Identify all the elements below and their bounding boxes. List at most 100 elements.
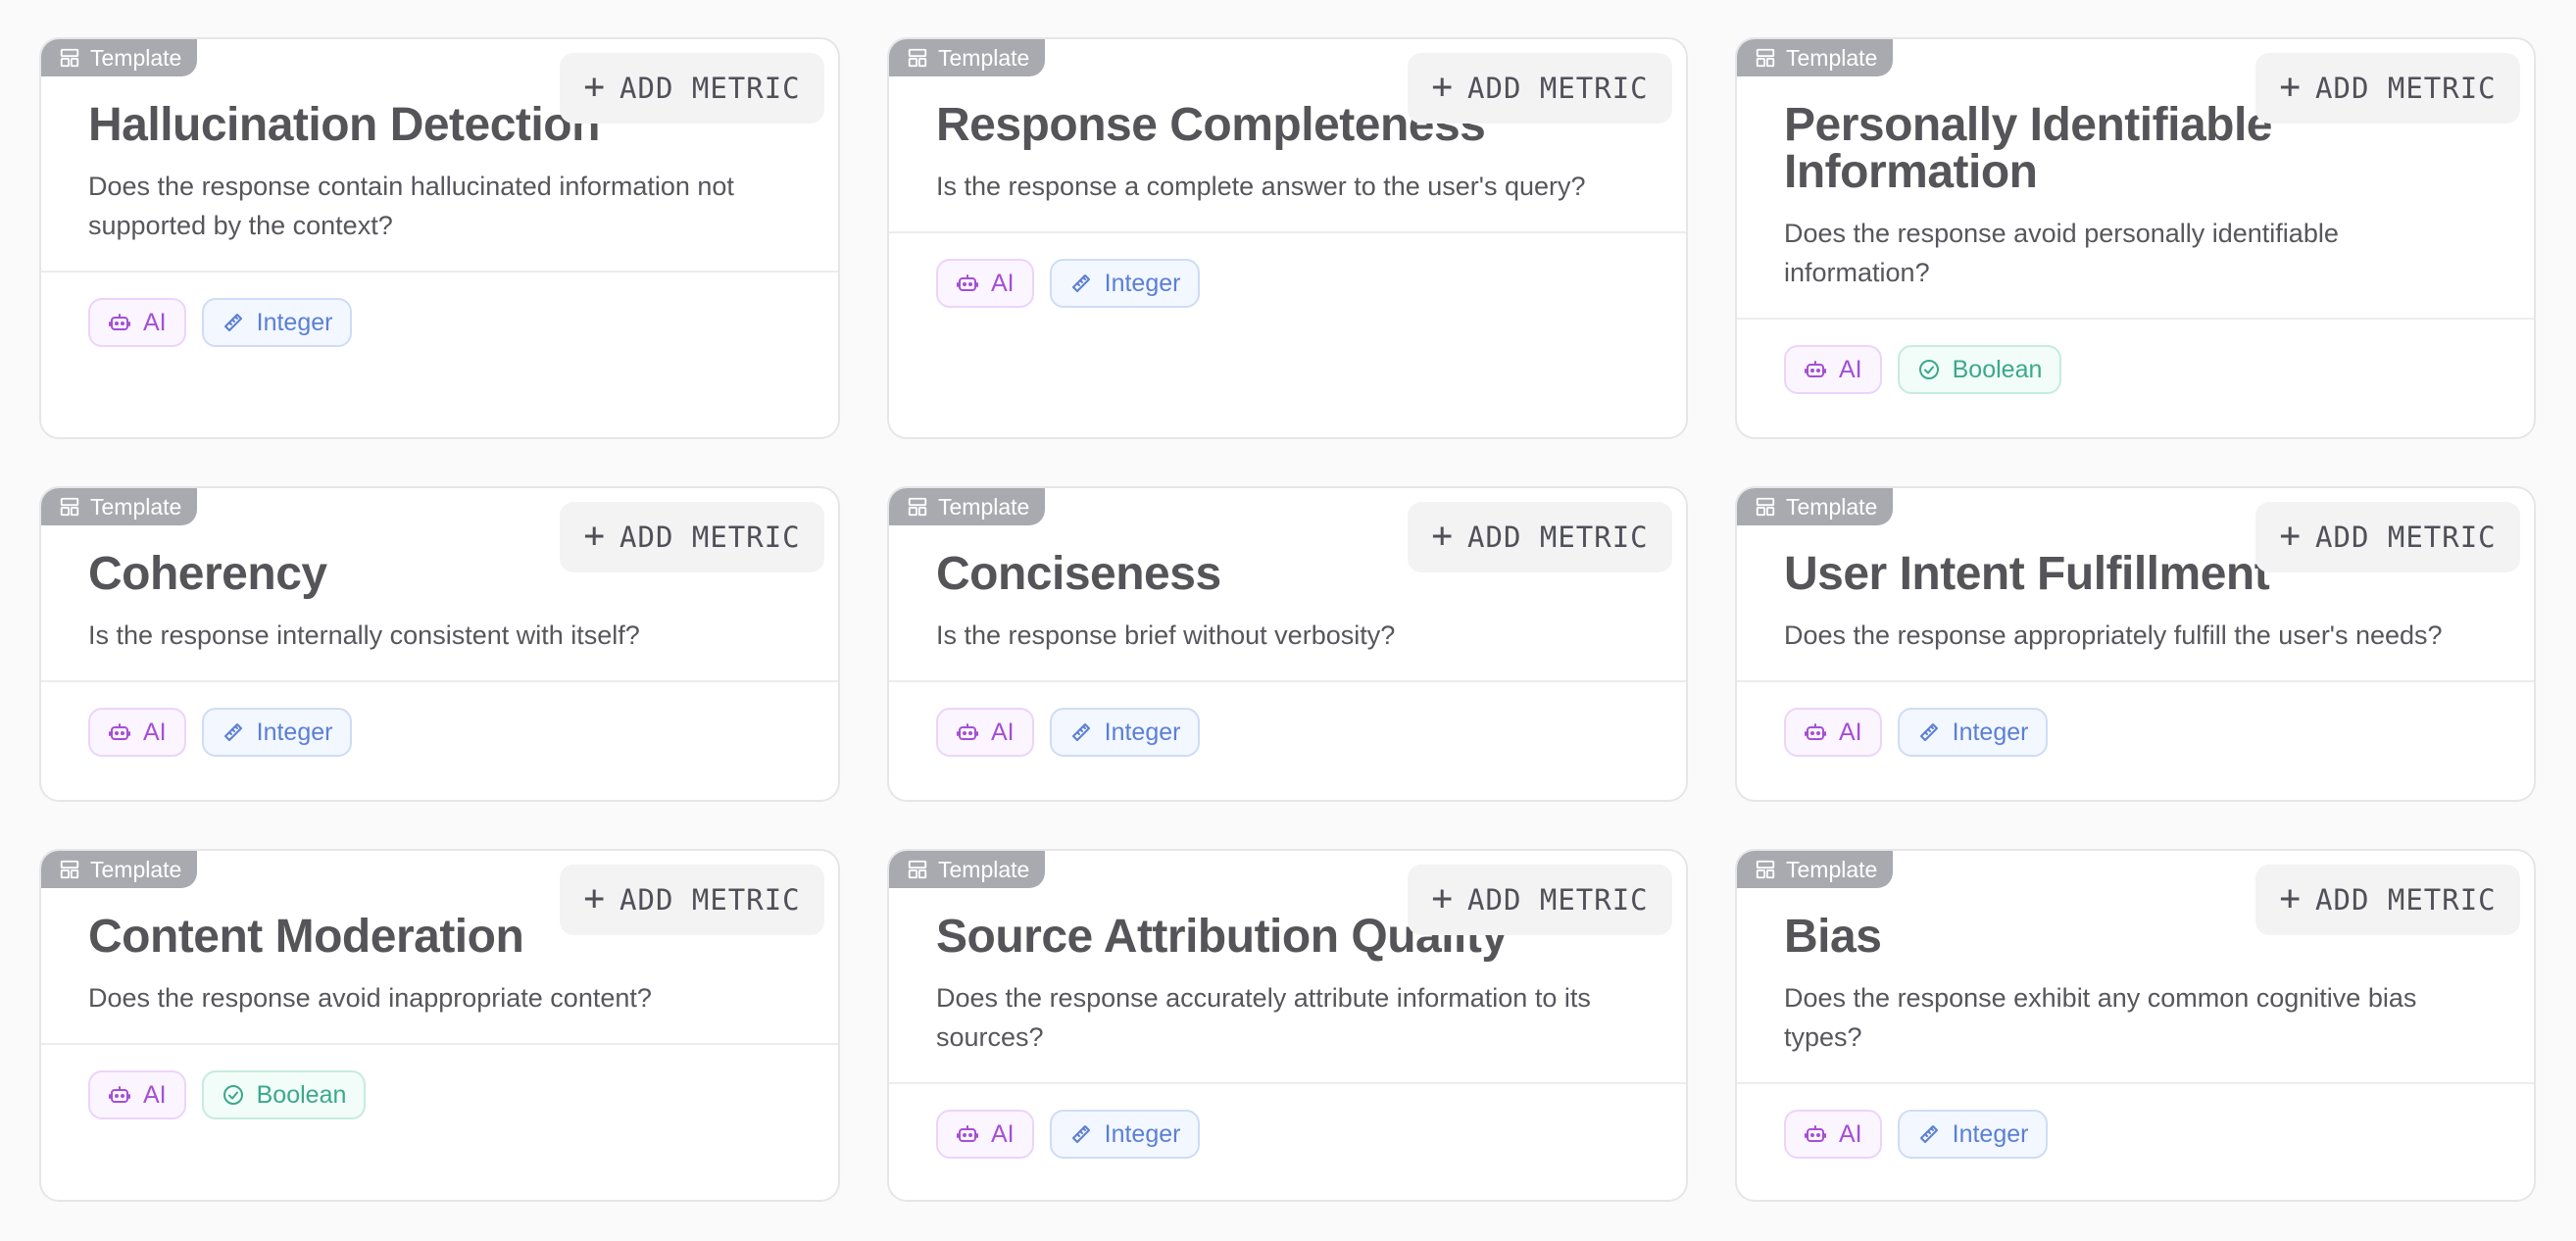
- plus-icon: +: [583, 878, 607, 918]
- ai-chip: AI: [936, 259, 1034, 308]
- metric-template-card-6: User Intent Fulfillment Does the respons…: [1735, 486, 2536, 802]
- ai-chip: AI: [936, 1110, 1034, 1159]
- metric-template-card-3: Personally Identifiable Information Does…: [1735, 37, 2536, 439]
- plus-icon: +: [1431, 878, 1455, 918]
- ai-chip: AI: [936, 708, 1034, 757]
- card-chips: AI Integer: [41, 273, 838, 372]
- bot-icon: [957, 274, 978, 291]
- type-chip: Integer: [201, 298, 353, 347]
- ruler-icon: [1919, 1125, 1938, 1143]
- ai-chip: AI: [1784, 345, 1882, 394]
- card-description: Is the response a complete answer to the…: [936, 172, 1586, 201]
- type-chip-label: Integer: [1952, 1119, 2029, 1148]
- card-chips: AI Integer: [889, 682, 1686, 782]
- ai-chip-label: AI: [143, 718, 167, 746]
- ai-chip: AI: [88, 298, 186, 347]
- plus-icon: +: [2279, 878, 2303, 918]
- metric-template-grid: Hallucination Detection Does the respons…: [39, 37, 2536, 1202]
- add-metric-button[interactable]: + ADD METRIC: [1408, 865, 1672, 935]
- add-metric-button[interactable]: + ADD METRIC: [1408, 502, 1672, 572]
- bot-icon: [109, 1086, 130, 1103]
- template-tag: Template: [1737, 39, 1894, 76]
- bot-icon: [1805, 1125, 1826, 1142]
- add-metric-label: ADD METRIC: [619, 521, 801, 554]
- add-metric-label: ADD METRIC: [2315, 883, 2497, 917]
- type-chip: Integer: [1049, 259, 1201, 308]
- template-tag-label: Template: [938, 856, 1030, 882]
- metric-template-card-1: Hallucination Detection Does the respons…: [39, 37, 840, 439]
- ai-chip: AI: [1784, 708, 1882, 757]
- layout-template-icon: [1756, 860, 1775, 879]
- template-tag: Template: [41, 851, 198, 888]
- plus-icon: +: [2279, 516, 2303, 556]
- add-metric-label: ADD METRIC: [2315, 521, 2497, 554]
- ruler-icon: [1071, 723, 1090, 741]
- bot-icon: [1805, 361, 1826, 377]
- template-tag: Template: [1737, 488, 1894, 525]
- type-chip-label: Integer: [1104, 718, 1181, 746]
- type-chip: Integer: [1049, 1110, 1201, 1159]
- bot-icon: [109, 723, 130, 740]
- card-description: Is the response internally consistent wi…: [88, 620, 640, 650]
- bot-icon: [1805, 723, 1826, 740]
- type-chip-label: Integer: [256, 718, 333, 746]
- type-chip-label: Integer: [256, 308, 333, 336]
- layout-template-icon: [1756, 497, 1775, 517]
- check-circle-icon: [223, 1085, 243, 1105]
- layout-template-icon: [60, 48, 79, 68]
- type-chip: Integer: [1897, 1110, 2049, 1159]
- type-chip-label: Boolean: [256, 1080, 347, 1109]
- type-chip: Integer: [1897, 708, 2049, 757]
- add-metric-label: ADD METRIC: [1467, 883, 1649, 917]
- add-metric-button[interactable]: + ADD METRIC: [2255, 53, 2520, 124]
- layout-template-icon: [908, 860, 927, 879]
- ai-chip-label: AI: [143, 308, 167, 336]
- metric-template-card-8: Source Attribution Quality Does the resp…: [887, 849, 1688, 1202]
- template-tag-label: Template: [90, 493, 182, 520]
- bot-icon: [957, 723, 978, 740]
- layout-template-icon: [1756, 48, 1775, 68]
- bot-icon: [957, 1125, 978, 1142]
- template-tag: Template: [889, 488, 1046, 525]
- add-metric-button[interactable]: + ADD METRIC: [560, 865, 824, 935]
- card-description: Does the response appropriately fulfill …: [1784, 620, 2443, 650]
- metric-template-card-7: Content Moderation Does the response avo…: [39, 849, 840, 1202]
- metric-template-card-5: Conciseness Is the response brief withou…: [887, 486, 1688, 802]
- card-description: Does the response avoid personally ident…: [1784, 219, 2339, 287]
- template-tag-label: Template: [1786, 493, 1878, 520]
- template-tag: Template: [889, 39, 1046, 76]
- metric-template-card-2: Response Completeness Is the response a …: [887, 37, 1688, 439]
- ai-chip-label: AI: [1839, 718, 1862, 746]
- ai-chip-label: AI: [1839, 355, 1862, 383]
- card-description: Is the response brief without verbosity?: [936, 620, 1396, 650]
- template-tag-label: Template: [90, 44, 182, 71]
- plus-icon: +: [583, 67, 607, 107]
- add-metric-label: ADD METRIC: [2315, 72, 2497, 105]
- layout-template-icon: [908, 497, 927, 517]
- add-metric-button[interactable]: + ADD METRIC: [560, 53, 824, 124]
- add-metric-label: ADD METRIC: [1467, 521, 1649, 554]
- type-chip-label: Integer: [1104, 269, 1181, 297]
- metric-template-card-4: Coherency Is the response internally con…: [39, 486, 840, 802]
- add-metric-label: ADD METRIC: [1467, 72, 1649, 105]
- type-chip: Boolean: [1897, 345, 2062, 394]
- add-metric-button[interactable]: + ADD METRIC: [560, 502, 824, 572]
- plus-icon: +: [2279, 67, 2303, 107]
- type-chip: Integer: [1049, 708, 1201, 757]
- add-metric-button[interactable]: + ADD METRIC: [2255, 865, 2520, 935]
- ai-chip-label: AI: [991, 269, 1015, 297]
- template-tag-label: Template: [1786, 44, 1878, 71]
- ruler-icon: [1071, 1125, 1090, 1143]
- template-tag: Template: [41, 488, 198, 525]
- ruler-icon: [223, 723, 242, 741]
- add-metric-button[interactable]: + ADD METRIC: [1408, 53, 1672, 124]
- card-chips: AI Boolean: [1737, 320, 2534, 420]
- ruler-icon: [1919, 723, 1938, 741]
- ruler-icon: [223, 314, 242, 331]
- ruler-icon: [1071, 274, 1090, 292]
- card-description: Does the response accurately attribute i…: [936, 983, 1591, 1052]
- ai-chip-label: AI: [143, 1080, 167, 1109]
- add-metric-button[interactable]: + ADD METRIC: [2255, 502, 2520, 572]
- type-chip-label: Boolean: [1952, 355, 2043, 383]
- template-tag-label: Template: [90, 856, 182, 882]
